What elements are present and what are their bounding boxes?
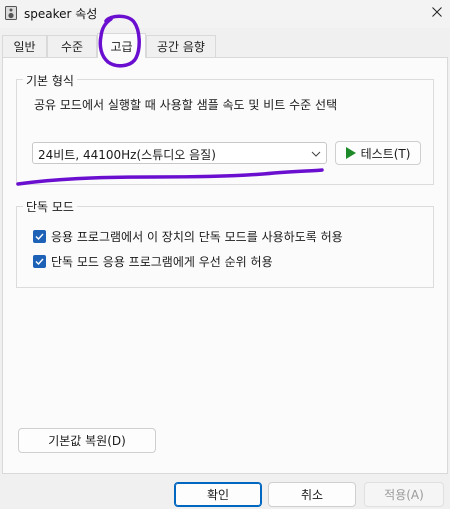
play-icon: [345, 147, 356, 159]
exclusive-mode-group: [16, 206, 434, 288]
exclusive-priority-label: 단독 모드 응용 프로그램에게 우선 순위 허용: [51, 254, 273, 269]
default-format-description: 공유 모드에서 실행할 때 사용할 샘플 속도 및 비트 수준 선택: [34, 98, 338, 112]
tab-label: 공간 음향: [157, 40, 205, 54]
cancel-button[interactable]: 취소: [268, 482, 356, 507]
allow-exclusive-label: 응용 프로그램에서 이 장치의 단독 모드를 사용하도록 허용: [51, 229, 343, 244]
tab-general[interactable]: 일반: [2, 35, 47, 57]
close-icon: [432, 6, 442, 20]
test-button-label: 테스트(T): [360, 146, 411, 161]
checkmark-icon: [35, 258, 44, 265]
apply-button: 적용(A): [364, 482, 444, 507]
ok-button[interactable]: 확인: [174, 482, 262, 507]
window-title: speaker 속성: [24, 7, 98, 21]
restore-defaults-button[interactable]: 기본값 복원(D): [18, 428, 156, 453]
exclusive-priority-checkbox[interactable]: [33, 254, 46, 268]
allow-exclusive-checkbox[interactable]: [33, 229, 46, 243]
tab-label: 수준: [60, 40, 84, 54]
tab-levels[interactable]: 수준: [47, 35, 97, 57]
close-button[interactable]: [424, 0, 450, 26]
apply-button-label: 적용(A): [384, 488, 424, 502]
default-format-group-label: 기본 형식: [23, 72, 77, 89]
ok-button-label: 확인: [206, 488, 230, 502]
allow-exclusive-checkbox-row[interactable]: 응용 프로그램에서 이 장치의 단독 모드를 사용하도록 허용: [33, 227, 343, 245]
checkmark-icon: [35, 233, 44, 240]
sample-rate-select-value: 24비트, 44100Hz(스튜디오 음질): [38, 148, 216, 162]
sample-rate-select[interactable]: 24비트, 44100Hz(스튜디오 음질): [32, 142, 327, 164]
cancel-button-label: 취소: [300, 488, 324, 502]
exclusive-mode-group-label: 단독 모드: [23, 198, 77, 215]
exclusive-priority-checkbox-row[interactable]: 단독 모드 응용 프로그램에게 우선 순위 허용: [33, 252, 273, 270]
annotation-circle-mark: [98, 14, 141, 68]
test-button[interactable]: 테스트(T): [335, 141, 421, 165]
speaker-icon: [5, 6, 17, 20]
tab-spatial-sound[interactable]: 공간 음향: [146, 35, 216, 57]
restore-defaults-label: 기본값 복원(D): [48, 434, 126, 448]
annotation-underline-mark: [16, 168, 324, 186]
chevron-down-icon: [310, 148, 322, 158]
tab-label: 일반: [13, 40, 36, 54]
